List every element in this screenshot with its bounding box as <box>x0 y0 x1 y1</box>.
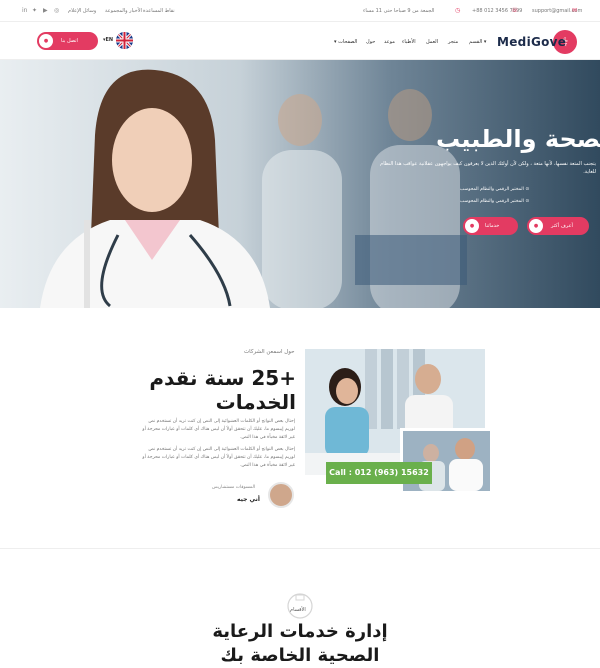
top-bar: in ✦ ▶ ◎ وسائل الإعلام الأخبار والمجموعة… <box>0 0 600 22</box>
hero-photo <box>0 60 600 308</box>
hero-description: يتجنب المتعة نفسها، لأنها متعة ، ولكن لأ… <box>380 161 596 175</box>
phone-icon: ☏ <box>511 7 519 14</box>
topbar-hours: الجمعة من 9 صباحا حتى 11 مساء <box>363 8 435 14</box>
hero-title: الصحة والطبيب <box>436 125 600 153</box>
nav-item-department[interactable]: القسم ▾ <box>469 39 486 45</box>
contact-button[interactable]: ● اتصل بنا <box>37 32 98 50</box>
author-name: أني جيه <box>237 496 260 503</box>
learn-more-button[interactable]: ● أعرف أكثر <box>527 217 589 235</box>
arrow-icon: ● <box>465 219 479 233</box>
avatar <box>268 482 294 508</box>
instagram-icon[interactable]: ◎ <box>54 7 59 14</box>
section-divider <box>0 548 600 549</box>
nav-item-pages[interactable]: ▾ الصفحات <box>334 39 357 45</box>
clock-icon: ◷ <box>455 7 461 14</box>
nav-item-appointment[interactable]: موعد <box>384 39 395 45</box>
youtube-icon[interactable]: ▶ <box>43 7 48 14</box>
our-services-button[interactable]: ● خدماتنا <box>463 217 518 235</box>
department-icon <box>287 593 313 619</box>
hero-check-item: المختبر الرقمي والنظام المحوسب ⊙ <box>460 187 530 192</box>
language-label[interactable]: ▾EN <box>103 37 113 43</box>
nav-item-work[interactable]: العمل <box>426 39 438 45</box>
check-circle-icon: ⊙ <box>525 199 530 204</box>
departments-title: إدارة خدمات الرعاية الصحية الخاصة بك <box>212 621 388 666</box>
topbar-link-news[interactable]: الأخبار والمجموعة <box>105 8 142 14</box>
arrow-icon: ● <box>39 34 53 48</box>
call-banner[interactable]: Call : 012 (963) 15632 <box>326 462 432 484</box>
doctors-team-image <box>400 428 493 494</box>
nav-item-shop[interactable]: متجر <box>448 39 458 45</box>
nav-item-doctors[interactable]: الأطباء <box>402 39 416 45</box>
hero-check-item: المختبر الرقمي والنظام المحوسب ⊙ <box>460 199 530 204</box>
logo-text[interactable]: MediGove <box>497 35 566 49</box>
twitter-icon[interactable]: ✦ <box>32 7 37 14</box>
departments-label: الأقسام <box>290 607 306 613</box>
author-role: المسوقات مستشاريس <box>212 485 256 490</box>
topbar-link-media[interactable]: وسائل الإعلام <box>68 8 96 14</box>
about-title: +25 سنة نقدم الخدمات <box>149 366 296 414</box>
linkedin-icon[interactable]: in <box>22 7 27 14</box>
about-subtitle: حول اسمعن الشركات <box>244 349 295 355</box>
hero-banner <box>0 60 600 308</box>
arrow-icon: ● <box>529 219 543 233</box>
check-circle-icon: ⊙ <box>525 187 530 192</box>
nav-item-about[interactable]: حول <box>366 39 375 45</box>
about-paragraph: إحتال بعض النواتج أو الكلمات العشوائية إ… <box>142 419 295 440</box>
mail-icon: ✉ <box>572 7 578 14</box>
about-paragraph: إحتال بعض النواتج أو الكلمات العشوائية إ… <box>142 447 295 468</box>
topbar-link-help[interactable]: نقاط المساعدة <box>143 8 175 14</box>
uk-flag-icon[interactable] <box>116 32 133 49</box>
